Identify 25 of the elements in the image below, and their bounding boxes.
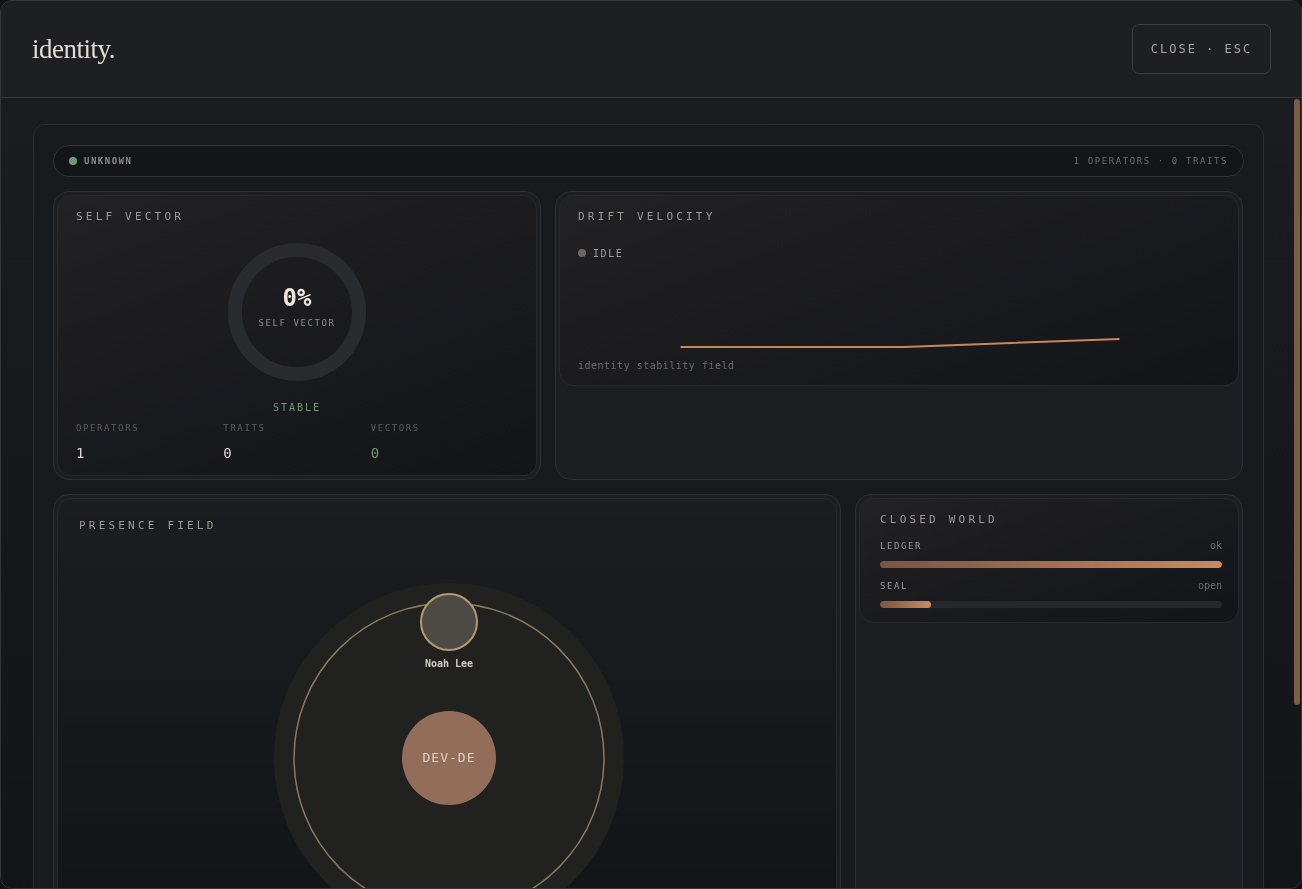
operator-name: Noah Lee (424, 657, 474, 669)
window-title: identity. (32, 33, 115, 65)
stat-value: 1 (76, 444, 86, 461)
close-button[interactable]: CLOSE · ESC (1132, 24, 1271, 74)
meter-label: SEAL (880, 580, 909, 591)
scrollbar-thumb[interactable] (1294, 99, 1300, 705)
stat-label: VECTORS (370, 422, 421, 433)
ring-label: SELF VECTOR (258, 317, 336, 328)
stability-status: STABLE (272, 401, 322, 413)
status-label: UNKNOWN (84, 155, 133, 166)
chart-caption: identity stability field (578, 359, 736, 371)
stat-label: OPERATORS (76, 422, 141, 433)
meter-reading: ok (1209, 539, 1222, 551)
stat-value: 0 (223, 444, 233, 461)
stat-value: 0 (370, 444, 381, 461)
stat-label: TRAITS (223, 422, 267, 433)
meter-label: LEDGER (880, 540, 923, 551)
card-title: CLOSED WORLD (880, 512, 999, 526)
card-title: SELF VECTOR (76, 209, 186, 223)
card-title: PRESENCE FIELD (79, 518, 218, 532)
meter-reading: open (1197, 579, 1222, 591)
card-title: DRIFT VELOCITY (578, 209, 717, 223)
state-label: IDLE (593, 247, 624, 259)
percent-value: 0% (282, 283, 312, 312)
status-summary: 1 OPERATORS · 0 TRAITS (1073, 155, 1228, 166)
